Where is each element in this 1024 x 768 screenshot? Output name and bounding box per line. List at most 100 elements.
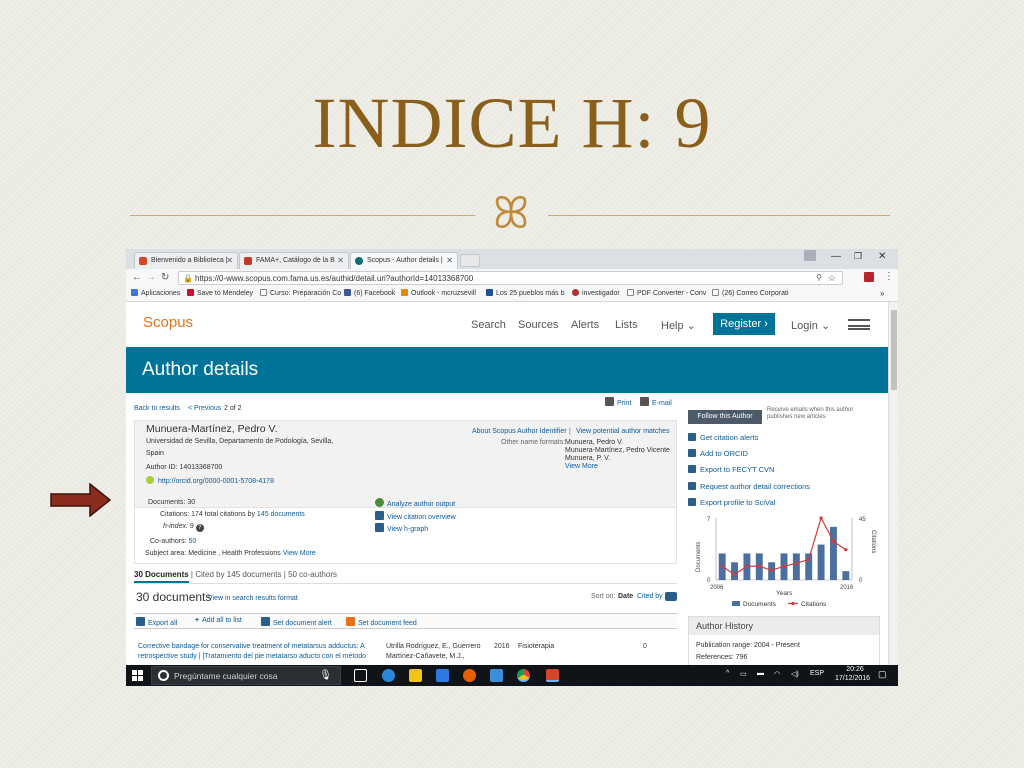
result-title-line-1[interactable]: Corrective bandage for conservative trea…	[138, 643, 365, 650]
pdf-extension-icon[interactable]	[864, 272, 874, 282]
tab-cited-by[interactable]: Cited by 145 documents	[195, 570, 281, 579]
close-tab-icon[interactable]: ✕	[446, 256, 453, 265]
window-close-icon[interactable]: ✕	[878, 251, 886, 262]
bookmark-pdf-converter[interactable]: PDF Converter - Conv	[627, 289, 706, 297]
url-input[interactable]: 🔒 https://0-www.scopus.com.fama.us.es/au…	[178, 271, 843, 285]
more-bookmarks-icon[interactable]: »	[880, 289, 884, 298]
chrome-app-icon[interactable]	[517, 669, 530, 682]
hamburger-menu-icon[interactable]	[848, 319, 870, 330]
nav-search[interactable]: Search	[471, 319, 506, 331]
edge-browser-icon[interactable]	[382, 669, 395, 682]
email-button[interactable]: E-mail	[640, 397, 672, 407]
chrome-menu-icon[interactable]: ⋮	[884, 271, 894, 282]
back-to-results-link[interactable]: Back to results	[134, 405, 180, 412]
microphone-icon[interactable]: 🎙	[319, 670, 332, 681]
nav-alerts[interactable]: Alerts	[571, 319, 599, 331]
bookmark-star-icon[interactable]: ☆	[828, 273, 836, 284]
tab-documents[interactable]: 30 Documents	[134, 570, 189, 583]
bookmark-pueblos[interactable]: Los 25 pueblos más b	[486, 289, 565, 297]
export-to-scival-link[interactable]: Export profile to SciVal	[688, 498, 775, 507]
pie-chart-icon	[375, 498, 384, 507]
powerpoint-app-icon[interactable]	[546, 669, 559, 682]
author-history-title: Author History	[689, 617, 879, 635]
browser-tab-scopus[interactable]: Scopus - Author details | ✕	[350, 252, 458, 269]
close-tab-icon[interactable]: ✕	[337, 256, 344, 265]
scopus-logo[interactable]: Scopus	[143, 314, 193, 331]
h-graph-label: View h-graph	[387, 526, 429, 533]
set-document-alert-button[interactable]: Set document alert	[261, 617, 332, 627]
about-author-identifier-link[interactable]: About Scopus Author Identifier	[472, 428, 567, 435]
clock-date[interactable]: 17/12/2016	[835, 675, 870, 682]
show-hidden-icons[interactable]: ^	[726, 670, 729, 677]
citations-documents-link[interactable]: 145 documents	[257, 511, 305, 518]
windows-start-icon[interactable]	[132, 670, 143, 681]
bookmark-apps[interactable]: Aplicaciones	[131, 289, 180, 297]
add-all-to-list-button[interactable]: + Add all to list	[195, 617, 242, 624]
task-view-icon[interactable]	[354, 669, 367, 682]
bookmark-outlook[interactable]: Outlook - mcruzsevill	[401, 289, 476, 297]
analyze-author-output-link[interactable]: Analyze author output	[375, 498, 455, 508]
back-arrow-icon[interactable]: ←	[132, 272, 142, 283]
previous-link[interactable]: < Previous	[188, 405, 221, 412]
browser-screenshot: Bienvenido a Biblioteca | ✕ FAMA+, Catál…	[126, 249, 898, 686]
bookmark-mendeley[interactable]: Save to Mendeley	[187, 289, 253, 297]
print-button[interactable]: Print	[605, 397, 631, 407]
outlook-app-icon[interactable]	[490, 669, 503, 682]
tab-coauthors[interactable]: 50 co-authors	[288, 570, 337, 579]
page-scrollbar[interactable]	[888, 302, 898, 665]
ornament-flourish: ꕤ	[492, 188, 530, 239]
reload-icon[interactable]: ↻	[161, 272, 169, 283]
bookmark-facebook[interactable]: (6) Facebook	[344, 289, 395, 297]
orcid-link[interactable]: http://orcid.org/0000-0001-5708-4178	[146, 476, 274, 485]
browser-tab-fama[interactable]: FAMA+, Catálogo de la B ✕	[239, 252, 349, 269]
scrollbar-thumb[interactable]	[891, 310, 897, 390]
sort-date-option[interactable]: Date	[618, 593, 633, 600]
view-in-search-results-link[interactable]: View in search results format	[208, 595, 298, 602]
sort-cited-by-option[interactable]: Cited by	[637, 593, 663, 600]
add-to-orcid-link[interactable]: Add to ORCID	[688, 449, 748, 458]
follow-author-button[interactable]: Follow this Author	[688, 410, 762, 424]
forward-arrow-icon[interactable]: →	[146, 272, 156, 283]
sort-menu-button[interactable]	[665, 592, 677, 602]
user-profile-icon[interactable]	[804, 250, 816, 261]
bookmark-investigador[interactable]: investigador	[572, 289, 620, 297]
view-more-formats-link[interactable]: View More	[565, 463, 598, 470]
result-title-line-2[interactable]: retrospective study | [Tratamiento del p…	[138, 653, 366, 660]
maximize-icon[interactable]: ❐	[854, 251, 862, 262]
documents-citations-chart[interactable]: 704502006 2016YearsDocuments CitationsDocu…	[688, 510, 882, 610]
browser-tab-biblioteca[interactable]: Bienvenido a Biblioteca | ✕	[134, 252, 238, 269]
set-document-feed-button[interactable]: Set document feed	[346, 617, 417, 627]
register-button[interactable]: Register ›	[713, 313, 775, 335]
battery-icon[interactable]: ▬	[757, 670, 764, 677]
tray-keyboard-icon[interactable]: ▭	[740, 670, 747, 678]
taskbar-search-box[interactable]: Pregúntame cualquier cosa 🎙	[151, 666, 341, 685]
export-all-button[interactable]: Export all	[136, 617, 177, 627]
wifi-icon[interactable]: ◠	[774, 670, 780, 678]
nav-login[interactable]: Login ⌄	[791, 319, 830, 332]
nav-sources[interactable]: Sources	[518, 319, 558, 331]
location-pin-icon[interactable]: ⚲	[816, 273, 822, 282]
view-potential-matches-link[interactable]: View potential author matches	[576, 428, 670, 435]
new-tab-button[interactable]	[460, 254, 480, 267]
coauthors-link[interactable]: 50	[189, 538, 197, 545]
nav-lists[interactable]: Lists	[615, 319, 638, 331]
subject-view-more-link[interactable]: View More	[283, 550, 316, 557]
h-graph-link[interactable]: View h-graph	[375, 523, 428, 533]
export-to-fecyt-link[interactable]: Export to FECYT CVN	[688, 465, 774, 474]
request-corrections-link[interactable]: Request author detail corrections	[688, 482, 810, 491]
notifications-icon[interactable]: ▢	[878, 669, 887, 680]
citation-overview-link[interactable]: View citation overview	[375, 511, 456, 521]
nav-help[interactable]: Help ⌄	[661, 319, 696, 332]
clock-time[interactable]: 20:26	[838, 666, 872, 673]
firefox-icon[interactable]	[463, 669, 476, 682]
bookmark-correo[interactable]: (26) Correo Corporati	[712, 289, 789, 297]
help-question-icon[interactable]: ?	[195, 524, 204, 532]
bookmark-curso[interactable]: Curso: Preparación Co	[260, 289, 341, 297]
store-icon[interactable]	[436, 669, 449, 682]
volume-icon[interactable]: ◁)	[791, 670, 799, 678]
close-tab-icon[interactable]: ✕	[226, 256, 233, 265]
file-explorer-icon[interactable]	[409, 669, 422, 682]
get-citation-alerts-link[interactable]: Get citation alerts	[688, 433, 758, 442]
language-indicator[interactable]: ESP	[810, 670, 824, 677]
minimize-icon[interactable]: —	[831, 251, 841, 262]
